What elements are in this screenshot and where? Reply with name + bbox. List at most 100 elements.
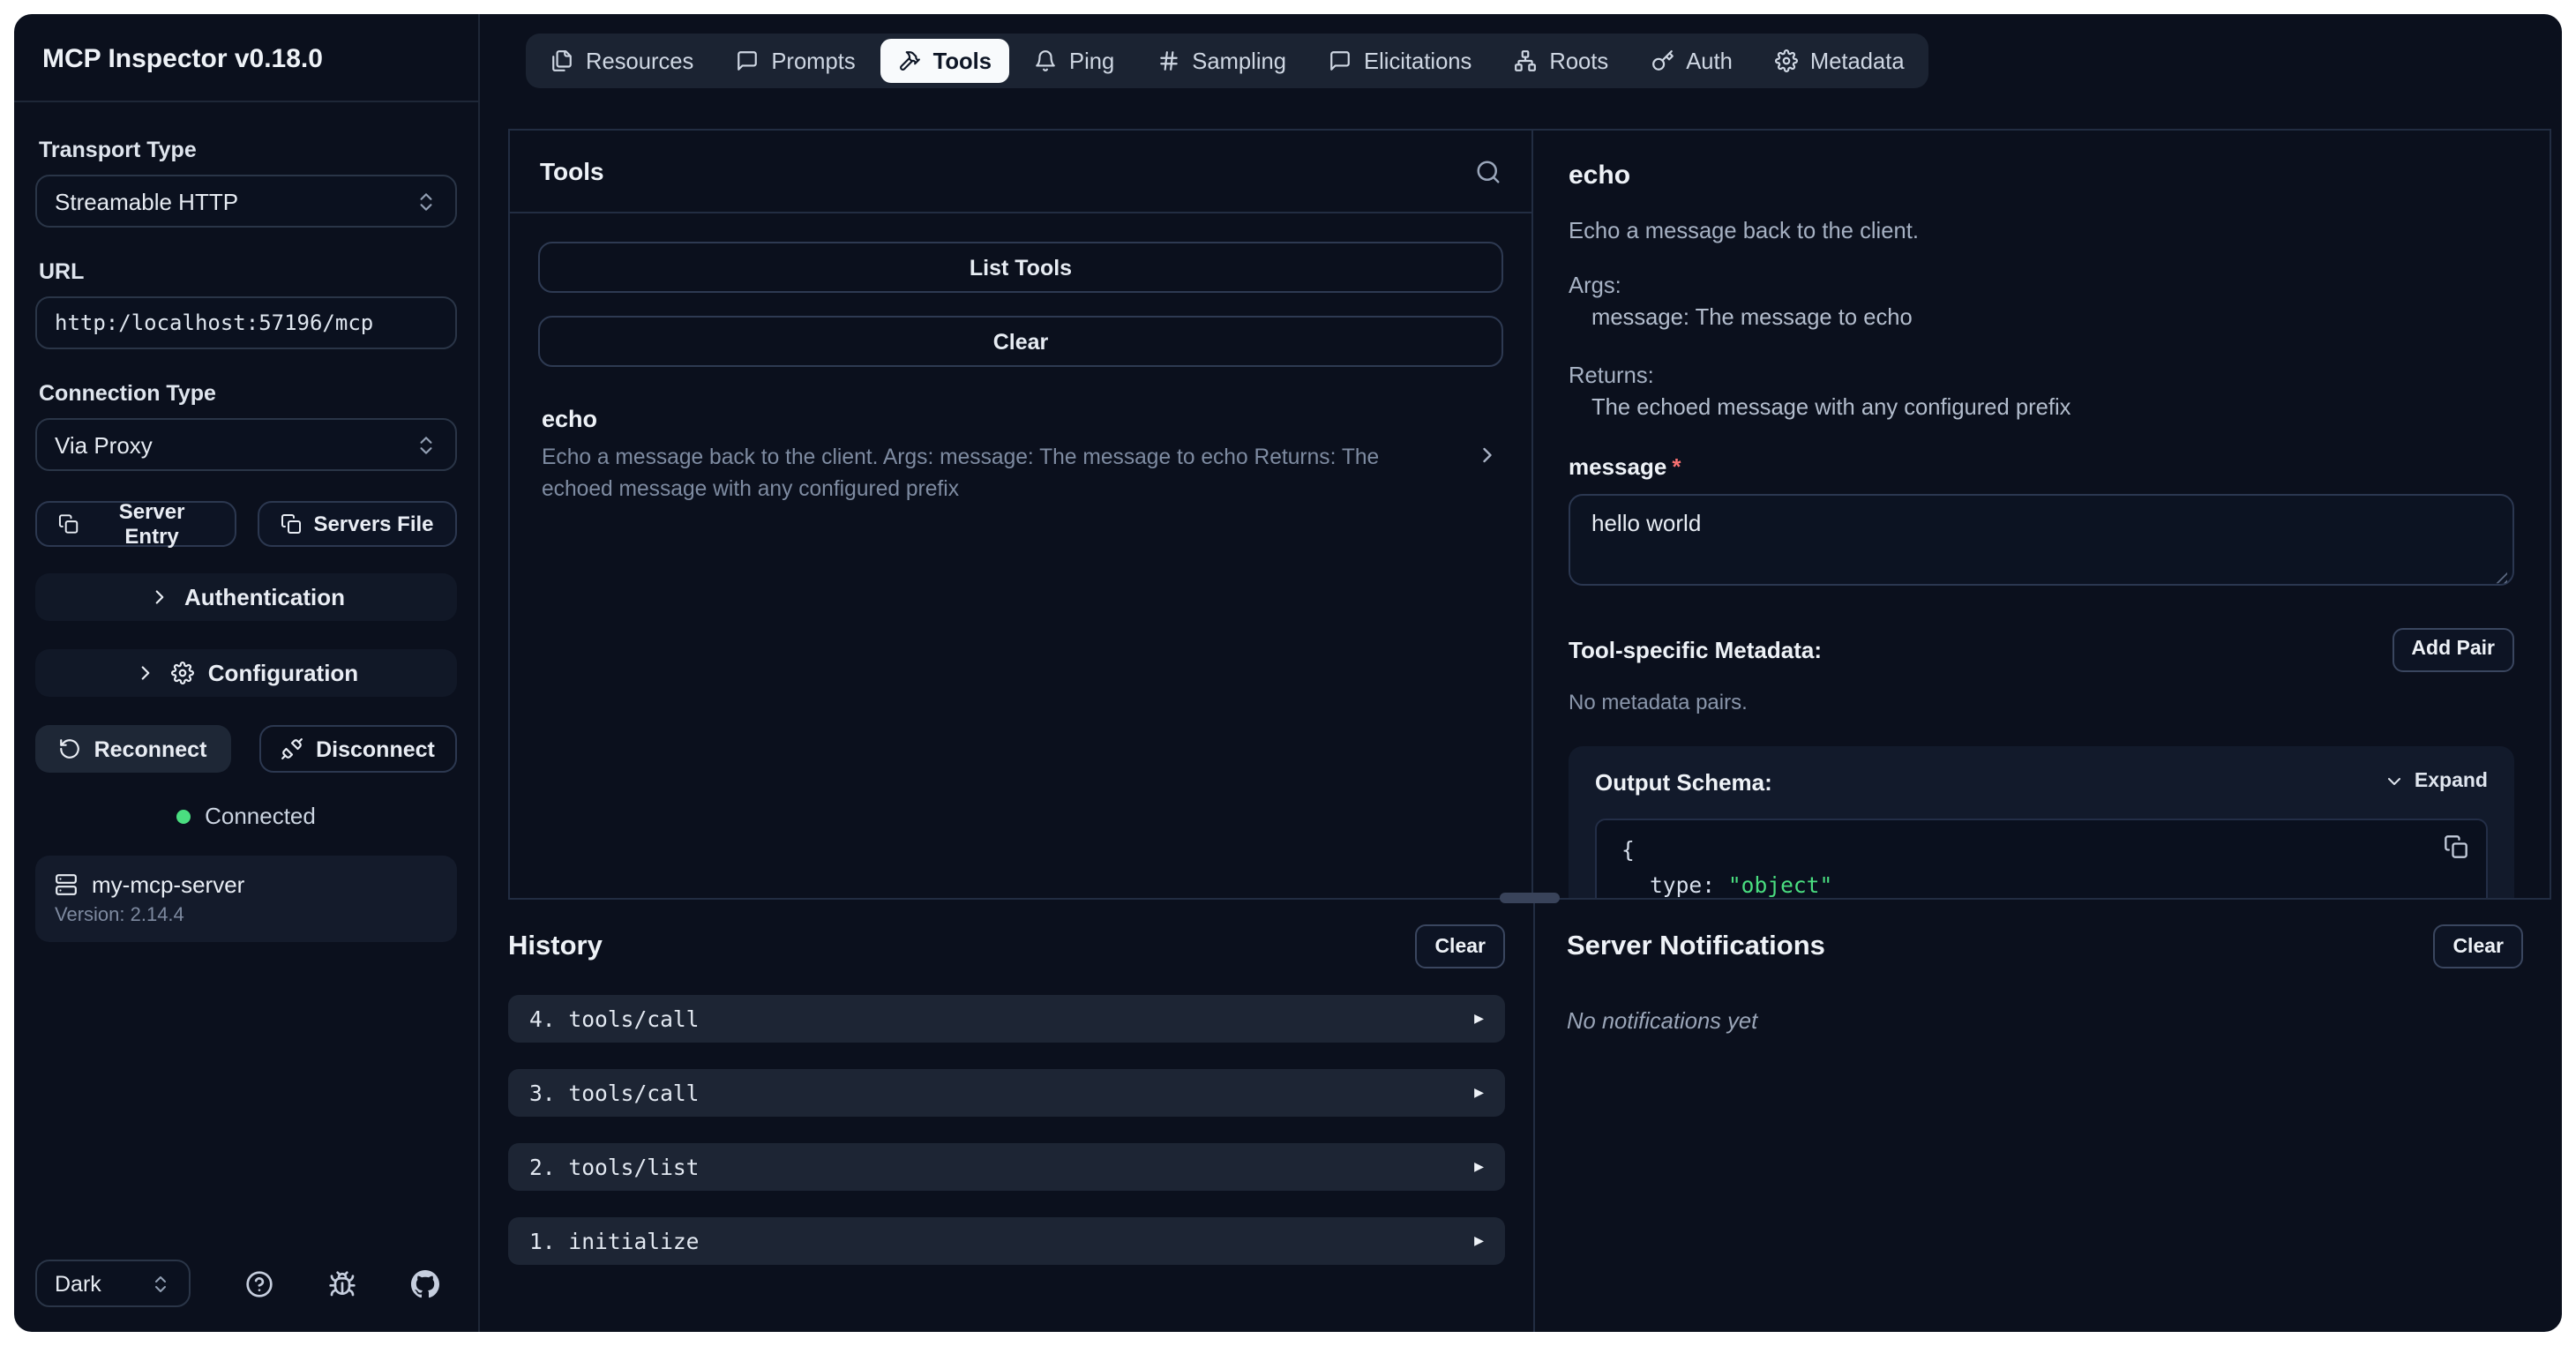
connection-actions-row: Reconnect Disconnect [35,725,457,773]
connection-status: Connected [35,803,457,829]
tab-label: Roots [1549,48,1608,74]
tab-label: Auth [1686,48,1733,74]
tab-ping[interactable]: Ping [1016,39,1132,83]
tab-elicitations[interactable]: Elicitations [1311,39,1489,83]
search-icon [1475,158,1501,184]
tab-auth[interactable]: Auth [1633,39,1750,83]
main-area: Resources Prompts Tools Ping Sampling El… [480,14,2562,1332]
tool-list-item-echo[interactable]: echo Echo a message back to the client. … [538,402,1503,509]
disconnect-label: Disconnect [316,737,435,761]
tab-label: Ping [1069,48,1114,74]
url-input[interactable] [35,296,457,349]
refresh-icon [59,737,82,760]
history-panel: History Clear 4. tools/call ▶ 3. tools/c… [508,900,1533,1332]
clear-notifications-button[interactable]: Clear [2433,924,2523,968]
add-pair-button[interactable]: Add Pair [2392,627,2514,671]
message-field[interactable]: hello world [1569,493,2514,585]
stage: MCP Inspector v0.18.0 Transport Type Str… [0,0,2576,1346]
notifications-empty-text: No notifications yet [1567,1007,2523,1034]
chevrons-up-down-icon [415,433,438,456]
chevron-right-icon [1475,444,1500,468]
status-dot [176,809,191,823]
code-line-1: { [1621,837,2461,862]
theme-select[interactable]: Dark [35,1260,191,1307]
transport-type-label: Transport Type [39,138,453,162]
expand-schema-button[interactable]: Expand [2385,771,2488,792]
returns-text: The echoed message with any configured p… [1569,391,2514,422]
tool-args-block: Args: message: The message to echo [1569,270,2514,333]
output-schema-header: Output Schema: Expand [1595,768,2488,795]
chevron-right-icon [147,586,170,609]
tool-detail-panel: echo Echo a message back to the client. … [1533,131,2550,898]
prompts-icon [736,49,759,72]
tools-panel-header: Tools [510,131,1531,213]
authentication-label: Authentication [184,584,345,610]
chevron-right-icon [134,662,157,684]
gear-icon [171,662,194,684]
tool-name: echo [542,406,1433,432]
required-marker: * [1672,452,1681,479]
github-icon[interactable] [411,1269,439,1297]
metadata-label: Tool-specific Metadata: [1569,636,1822,662]
connection-type-value: Via Proxy [55,431,153,458]
tools-icon [898,49,921,72]
tab-metadata[interactable]: Metadata [1757,39,1922,83]
clear-tools-button[interactable]: Clear [538,316,1503,367]
ping-icon [1034,49,1057,72]
metadata-empty-text: No metadata pairs. [1569,689,2514,714]
transport-type-select[interactable]: Streamable HTTP [35,175,457,228]
tool-returns-block: Returns: The echoed message with any con… [1569,360,2514,423]
reconnect-button[interactable]: Reconnect [35,725,230,773]
history-item[interactable]: 4. tools/call ▶ [508,995,1505,1043]
disconnect-button[interactable]: Disconnect [258,725,457,773]
search-toggle-button[interactable] [1475,158,1501,184]
args-label: Args: [1569,270,2514,302]
play-icon: ▶ [1474,1232,1484,1250]
tab-prompts[interactable]: Prompts [718,39,872,83]
history-item[interactable]: 2. tools/list ▶ [508,1143,1505,1191]
copy-icon [2444,834,2468,858]
message-field-label: message* [1569,452,2514,479]
code-value: "object" [1728,872,1832,897]
metadata-icon [1775,49,1798,72]
authentication-toggle[interactable]: Authentication [35,573,457,621]
tab-label: Resources [586,48,693,74]
history-item[interactable]: 1. initialize ▶ [508,1217,1505,1265]
code-key: type: [1650,872,1728,897]
server-card: my-mcp-server Version: 2.14.4 [35,856,457,942]
list-tools-button[interactable]: List Tools [538,242,1503,293]
chevrons-up-down-icon [415,190,438,213]
history-header: History Clear [508,924,1505,968]
tab-sampling[interactable]: Sampling [1139,39,1304,83]
elicitations-icon [1329,49,1352,72]
tool-item-text: echo Echo a message back to the client. … [542,406,1433,505]
transport-type-value: Streamable HTTP [55,188,238,214]
servers-file-label: Servers File [313,512,433,536]
connection-type-select[interactable]: Via Proxy [35,418,457,471]
bug-icon[interactable] [328,1269,356,1297]
tool-description: Echo a message back to the client. Args:… [542,443,1433,505]
tab-roots[interactable]: Roots [1496,39,1626,83]
tab-label: Sampling [1192,48,1286,74]
tab-label: Elicitations [1364,48,1471,74]
tab-tools[interactable]: Tools [880,39,1009,83]
copy-schema-button[interactable] [2444,834,2468,858]
history-item[interactable]: 3. tools/call ▶ [508,1069,1505,1117]
server-entry-label: Server Entry [91,499,213,549]
mcp-inspector-app: MCP Inspector v0.18.0 Transport Type Str… [14,14,2562,1332]
server-name: my-mcp-server [92,871,244,898]
unplug-icon [281,737,303,760]
expand-label: Expand [2415,771,2488,792]
server-entry-button[interactable]: Server Entry [35,501,236,547]
tab-label: Tools [933,48,992,74]
configuration-toggle[interactable]: Configuration [35,649,457,697]
tab-label: Metadata [1810,48,1905,74]
help-icon[interactable] [245,1269,273,1297]
tab-resources[interactable]: Resources [533,39,711,83]
panel-resize-handle[interactable] [1500,893,1560,903]
notifications-header: Server Notifications Clear [1567,924,2523,968]
sidebar-footer: Dark [14,1260,478,1332]
servers-file-button[interactable]: Servers File [257,501,457,547]
clear-history-button[interactable]: Clear [1415,924,1505,968]
configuration-label: Configuration [208,660,358,686]
